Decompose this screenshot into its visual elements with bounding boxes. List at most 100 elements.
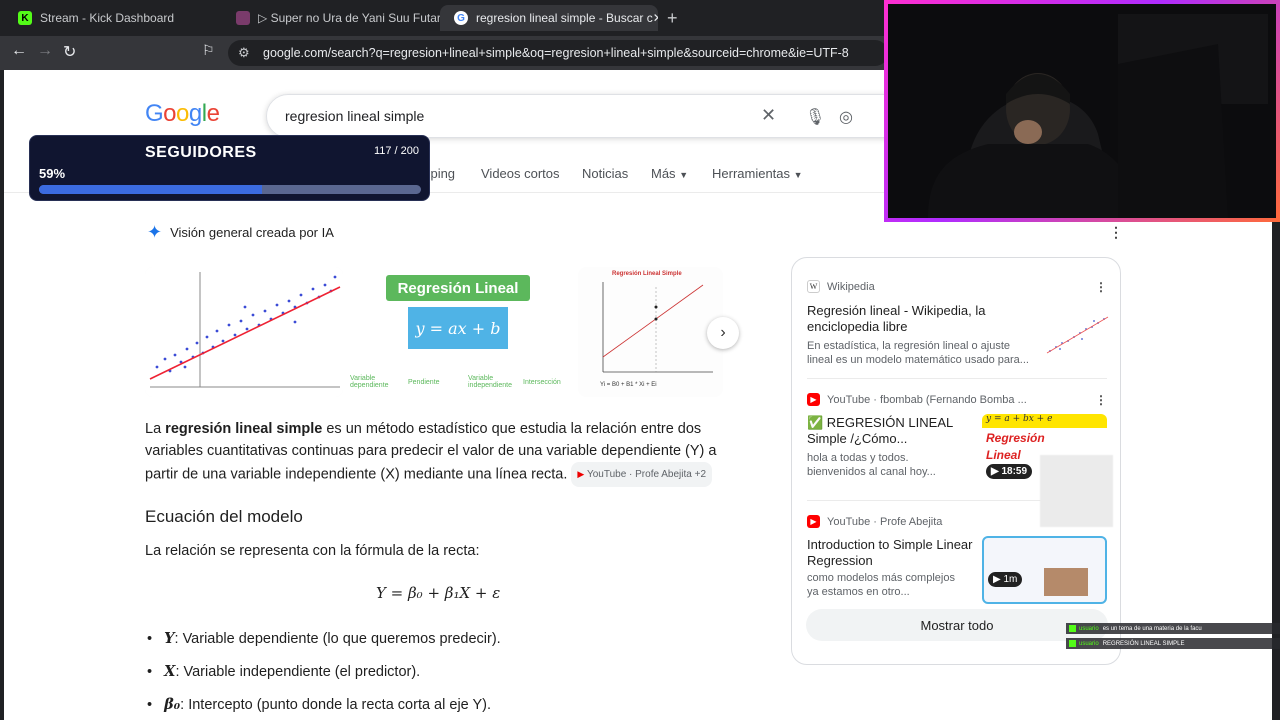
- thumbnail-photo: [1044, 568, 1088, 596]
- duration-badge: ▶ 1m: [988, 572, 1023, 587]
- tab-videos-cortos[interactable]: Videos cortos: [481, 166, 560, 181]
- tab-google-search[interactable]: G regresion lineal simple - Buscar c ✕: [440, 5, 658, 31]
- google-g-icon: G: [454, 11, 468, 25]
- duration-badge: ▶ 18:59: [986, 464, 1033, 479]
- show-all-button[interactable]: Mostrar todo: [806, 609, 1108, 641]
- sparkle-icon: ✦: [147, 222, 163, 242]
- image-label: Variable independiente: [468, 375, 512, 389]
- image-formula: y = ax + b: [408, 307, 508, 349]
- address-bar[interactable]: ⚙ google.com/search?q=regresion+lineal+s…: [228, 40, 888, 66]
- scatter-plot-image[interactable]: [145, 267, 343, 397]
- list-item: • Y: Variable dependiente (lo que querem…: [147, 630, 501, 647]
- chevron-down-icon: ▼: [793, 170, 803, 180]
- forward-icon[interactable]: →: [37, 42, 53, 60]
- chevron-right-icon: ›: [720, 324, 726, 341]
- intro-bold: regresión lineal simple: [165, 421, 323, 437]
- source-title-link[interactable]: ✅ REGRESIÓN LINEAL Simple /¿Cómo...: [807, 415, 977, 447]
- source-chip[interactable]: ▶ YouTube · Profe Abejita +2: [571, 462, 713, 487]
- bullet-text: : Intercepto (punto donde la recta corta…: [180, 697, 492, 713]
- source-site: ▶ YouTube · Profe Abejita: [807, 515, 942, 528]
- followers-title: SEGUIDORES: [145, 144, 257, 161]
- source-description: como modelos más complejos ya estamos en…: [807, 572, 955, 598]
- kick-badge-icon: [1069, 640, 1076, 647]
- kick-badge-icon: [1069, 625, 1076, 632]
- search-box[interactable]: regresion lineal simple ✕ 🎙 ◎: [266, 94, 906, 138]
- google-logo[interactable]: Google: [145, 100, 220, 128]
- youtube-icon: ▶: [577, 469, 585, 479]
- more-options-icon[interactable]: ⋮: [1095, 393, 1107, 407]
- video-thumbnail[interactable]: ▶ 1m: [982, 536, 1107, 604]
- intro-text: La: [145, 421, 166, 437]
- section-heading: Ecuación del modelo: [145, 507, 303, 526]
- webcam-overlay: [884, 0, 1280, 222]
- followers-goal-widget: SEGUIDORES 117 / 200 59%: [29, 135, 430, 201]
- site-settings-icon[interactable]: ⚙: [238, 45, 250, 61]
- search-input[interactable]: regresion lineal simple: [285, 108, 424, 124]
- blurred-region: [1040, 455, 1113, 527]
- image-carousel: Regresión Lineal y = ax + b Variable dep…: [145, 267, 723, 397]
- close-tab-icon[interactable]: ✕: [653, 11, 658, 25]
- tab-mas[interactable]: Más ▼: [651, 166, 688, 181]
- tab-anime[interactable]: ▷ Super no Ura de Yani Suu Futari Ca: [222, 5, 440, 31]
- new-tab-button[interactable]: +: [667, 8, 678, 29]
- tab-title: Stream - Kick Dashboard: [40, 11, 175, 25]
- image-formula: Yi = B0 + B1 * Xi + Ei: [600, 382, 657, 388]
- tab-title: regresion lineal simple - Buscar c: [476, 11, 653, 25]
- followers-progress-bar: [39, 185, 421, 194]
- chat-message: usuario es un tema de una materia de la …: [1066, 623, 1280, 634]
- anime-favicon-icon: [236, 11, 250, 25]
- image-label: Intersección: [523, 379, 561, 386]
- relation-text: La relación se representa con la fórmula…: [145, 543, 480, 559]
- duration-text: 18:59: [1001, 466, 1028, 477]
- tab-herramientas-label: Herramientas: [712, 166, 791, 181]
- source-description: hola a todas y todos. bienvenidos al can…: [807, 452, 936, 478]
- more-options-icon[interactable]: ⋮: [1095, 280, 1107, 294]
- carousel-next-button[interactable]: ›: [707, 317, 739, 349]
- chat-username: usuario: [1079, 625, 1099, 632]
- bullet-symbol: X: [164, 663, 176, 680]
- image-label: Variable dependiente: [350, 375, 389, 389]
- image-label: Pendiente: [408, 379, 440, 386]
- clear-icon[interactable]: ✕: [761, 105, 776, 126]
- regression-formula-image[interactable]: Regresión Lineal y = ax + b Variable dep…: [348, 267, 573, 397]
- list-item: • X: Variable independiente (el predicto…: [147, 663, 421, 680]
- microphone-icon[interactable]: 🎙: [805, 107, 825, 127]
- source-chip-label: YouTube · Profe Abejita +2: [586, 469, 707, 480]
- tab-title: ▷ Super no Ura de Yani Suu Futari Ca: [258, 11, 440, 25]
- tab-mas-label: Más: [651, 166, 676, 181]
- source-title-link[interactable]: Introduction to Simple Linear Regression: [807, 537, 977, 569]
- source-channel: Profe Abejita: [880, 515, 943, 528]
- chevron-down-icon: ▼: [679, 170, 689, 180]
- divider: [807, 378, 1107, 379]
- regression-diagram-image[interactable]: Regresión Lineal Simple Yi = B0 + B1 * X…: [578, 267, 723, 397]
- youtube-icon: ▶: [807, 515, 820, 528]
- ai-overview-paragraph: La regresión lineal simple es un método …: [145, 418, 725, 487]
- followers-count: 117 / 200: [373, 145, 419, 157]
- source-site-name: YouTube: [827, 393, 871, 406]
- lens-icon[interactable]: ◎: [839, 107, 853, 127]
- kick-icon: K: [18, 11, 32, 25]
- reload-icon[interactable]: ↻: [63, 42, 76, 62]
- bullet-symbol: β₀: [164, 696, 181, 713]
- source-thumbnail[interactable]: [1042, 303, 1112, 365]
- back-icon[interactable]: ←: [11, 42, 27, 60]
- bullet-symbol: Y: [164, 630, 175, 647]
- webcam-feed: [888, 4, 1276, 218]
- image-caption: Regresión Lineal: [386, 275, 530, 301]
- url-text: google.com/search?q=regresion+lineal+sim…: [263, 46, 849, 60]
- thumbnail-formula: y = a + bx + e: [982, 414, 1107, 428]
- tab-kick-dashboard[interactable]: K Stream - Kick Dashboard: [4, 5, 222, 31]
- wikipedia-icon: W: [807, 280, 820, 293]
- tab-herramientas[interactable]: Herramientas ▼: [712, 166, 803, 181]
- model-formula: Y = β₀ + β₁X + ε: [376, 584, 501, 602]
- bookmark-icon[interactable]: ⚐: [202, 42, 215, 59]
- source-site-name: Wikipedia: [827, 280, 875, 293]
- source-channel: fbombab (Fernando Bomba ...: [880, 393, 1027, 406]
- more-options-icon[interactable]: ⋮: [1109, 224, 1123, 241]
- followers-percent: 59%: [39, 166, 66, 181]
- ai-overview-header: ✦ Visión general creada por IA: [147, 222, 334, 243]
- source-title-link[interactable]: Regresión lineal - Wikipedia, la enciclo…: [807, 303, 1007, 335]
- tab-noticias[interactable]: Noticias: [582, 166, 628, 181]
- chat-username: usuario: [1079, 640, 1099, 647]
- source-site: ▶ YouTube · fbombab (Fernando Bomba ...: [807, 393, 1047, 406]
